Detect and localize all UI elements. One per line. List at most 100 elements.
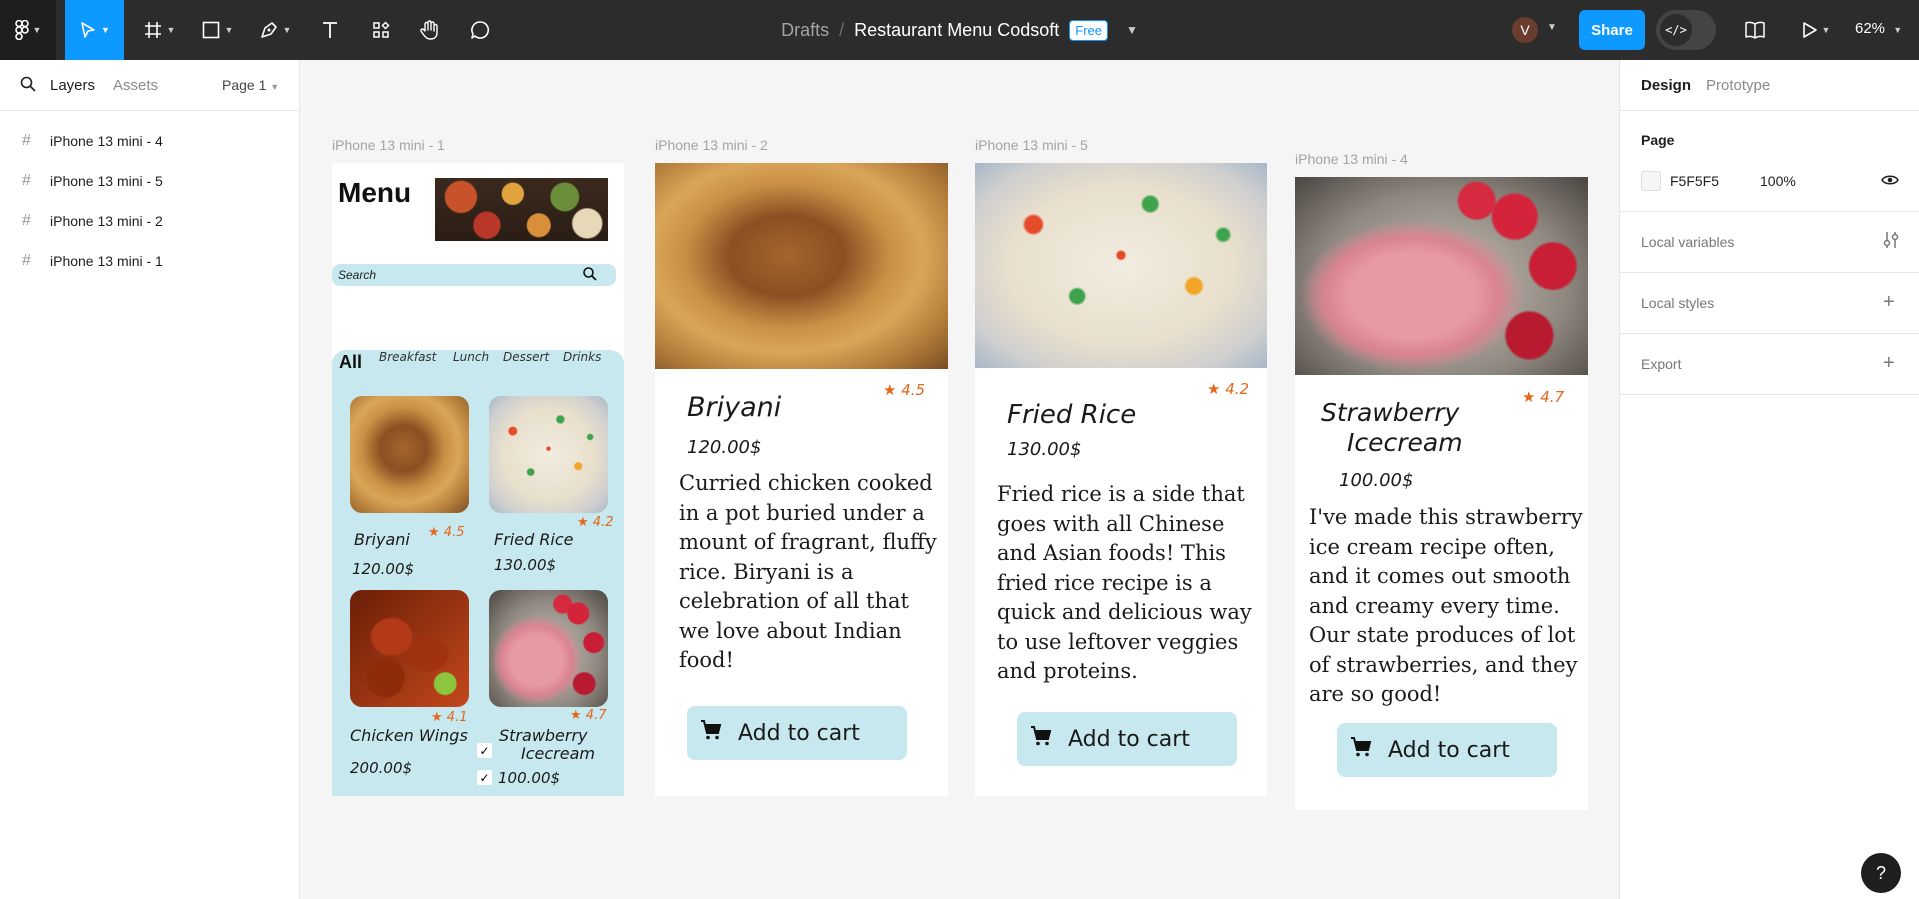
dish-description: I've made this strawberry ice cream reci…: [1309, 505, 1583, 706]
tab-design[interactable]: Design: [1641, 77, 1691, 94]
item-price: 130.00$: [494, 556, 557, 574]
menu-title: Menu: [338, 177, 412, 208]
frame-icon: #: [22, 252, 31, 269]
search-input[interactable]: Search: [332, 264, 616, 286]
zoom-level[interactable]: 62% ▼: [1855, 20, 1902, 37]
right-panel: Design Prototype Page F5F5F5 100% Local …: [1619, 60, 1919, 899]
chevron-down-icon[interactable]: ▼: [1547, 22, 1557, 33]
frame-icecream-detail[interactable]: ★ 4.7 Strawberry Icecream 100.00$ I've m…: [1295, 177, 1588, 810]
chevron-down-icon[interactable]: ▼: [1126, 23, 1138, 37]
tab-drinks[interactable]: Drinks: [563, 350, 601, 364]
shape-tool-icon[interactable]: ▼: [194, 0, 240, 60]
tab-prototype[interactable]: Prototype: [1706, 77, 1770, 94]
icecream-thumbnail[interactable]: [489, 590, 608, 707]
tab-layers[interactable]: Layers: [50, 77, 95, 94]
button-label: Add to cart: [1388, 737, 1510, 763]
page-selector[interactable]: Page 1 ▼: [222, 77, 279, 93]
frame-icon: #: [22, 132, 31, 149]
frame-label[interactable]: iPhone 13 mini - 4: [1295, 151, 1408, 167]
tab-breakfast[interactable]: Breakfast: [379, 350, 436, 364]
item-name: Icecream: [521, 744, 595, 763]
plus-icon[interactable]: +: [1883, 291, 1895, 314]
left-panel-header: Layers Assets Page 1 ▼: [0, 60, 299, 111]
help-button[interactable]: ?: [1861, 853, 1901, 893]
rating: ★ 4.2: [1207, 380, 1250, 398]
comment-icon[interactable]: [462, 0, 498, 60]
chevron-down-icon[interactable]: ✓: [477, 770, 492, 785]
biryani-thumbnail[interactable]: [350, 396, 469, 513]
dev-mode-toggle[interactable]: </>: [1656, 10, 1716, 50]
top-toolbar: ▼ ▼ ▼ ▼ ▼ Drafts / Restaurant Menu Codso…: [0, 0, 1919, 60]
add-to-cart-button[interactable]: Add to cart: [1017, 712, 1237, 766]
dish-price: 130.00$: [1007, 439, 1082, 460]
local-variables-section[interactable]: Local variables: [1620, 212, 1919, 273]
left-panel: Layers Assets Page 1 ▼ # iPhone 13 mini -…: [0, 60, 300, 899]
dish-name: Briyani: [687, 392, 782, 423]
search-icon[interactable]: [20, 76, 36, 97]
layer-item[interactable]: # iPhone 13 mini - 1: [0, 241, 299, 281]
layer-list: # iPhone 13 mini - 4 # iPhone 13 mini - 5 …: [0, 111, 299, 281]
chicken-wings-thumbnail[interactable]: [350, 590, 469, 707]
dish-name: Icecream: [1347, 428, 1463, 457]
eye-icon[interactable]: [1881, 173, 1899, 192]
move-tool-icon[interactable]: ▼: [65, 0, 124, 60]
layer-item[interactable]: # iPhone 13 mini - 4: [0, 121, 299, 161]
frame-biryani-detail[interactable]: ★ 4.5 Briyani 120.00$ Curried chicken co…: [655, 163, 948, 796]
plan-badge[interactable]: Free: [1069, 19, 1108, 41]
frame-fried-rice-detail[interactable]: ★ 4.2 Fried Rice 130.00$ Fried rice is a…: [975, 163, 1267, 796]
resources-icon[interactable]: [363, 0, 399, 60]
item-name: Chicken Wings: [350, 726, 468, 745]
color-hex-field[interactable]: F5F5F5: [1670, 173, 1719, 189]
color-swatch[interactable]: [1641, 171, 1661, 191]
present-icon[interactable]: ▼: [1796, 0, 1836, 60]
tab-lunch[interactable]: Lunch: [453, 350, 489, 364]
plus-icon[interactable]: +: [1883, 352, 1895, 375]
add-to-cart-button[interactable]: Add to cart: [1337, 723, 1557, 777]
fried-rice-image: [975, 163, 1267, 368]
dish-price: 120.00$: [687, 437, 762, 458]
item-price: 100.00$: [498, 769, 561, 787]
share-button[interactable]: Share: [1579, 10, 1645, 50]
add-to-cart-button[interactable]: Add to cart: [687, 706, 907, 760]
item-price: 200.00$: [350, 759, 413, 777]
dish-price: 100.00$: [1339, 470, 1414, 491]
section-title: Local variables: [1641, 234, 1735, 250]
tab-all[interactable]: All: [339, 352, 362, 373]
frame-menu[interactable]: Menu Search All Breakfast Lunch Dessert …: [332, 163, 624, 796]
rating: ★ 4.5: [883, 381, 926, 399]
biryani-image: [655, 163, 948, 369]
dev-mode-icon: </>: [1660, 14, 1692, 46]
layer-item[interactable]: # iPhone 13 mini - 2: [0, 201, 299, 241]
frame-label[interactable]: iPhone 13 mini - 5: [975, 137, 1088, 153]
fried-rice-thumbnail[interactable]: [489, 396, 608, 513]
opacity-field[interactable]: 100%: [1760, 173, 1796, 189]
tab-assets[interactable]: Assets: [113, 77, 158, 94]
item-name: Fried Rice: [494, 530, 574, 549]
frame-tool-icon[interactable]: ▼: [136, 0, 182, 60]
hand-tool-icon[interactable]: [412, 0, 448, 60]
rating: ★ 4.2: [577, 515, 614, 530]
layer-label: iPhone 13 mini - 2: [50, 213, 163, 229]
text-tool-icon[interactable]: [312, 0, 348, 60]
layer-item[interactable]: # iPhone 13 mini - 5: [0, 161, 299, 201]
export-section[interactable]: Export +: [1620, 334, 1919, 395]
file-name[interactable]: Restaurant Menu Codsoft: [854, 20, 1059, 41]
figma-menu-icon[interactable]: ▼: [0, 0, 56, 60]
avatar[interactable]: V: [1512, 17, 1538, 43]
frame-label[interactable]: iPhone 13 mini - 2: [655, 137, 768, 153]
dish-description: Curried chicken cooked in a pot buried u…: [679, 471, 937, 672]
section-title: Page: [1641, 132, 1675, 148]
library-icon[interactable]: [1740, 0, 1770, 60]
variables-icon[interactable]: [1883, 230, 1899, 256]
pen-tool-icon[interactable]: ▼: [252, 0, 298, 60]
drafts-link[interactable]: Drafts: [781, 20, 829, 41]
cart-icon: [700, 719, 722, 747]
local-styles-section[interactable]: Local styles +: [1620, 273, 1919, 334]
layer-label: iPhone 13 mini - 4: [50, 133, 163, 149]
frame-label[interactable]: iPhone 13 mini - 1: [332, 137, 445, 153]
search-icon[interactable]: [582, 266, 598, 287]
dish-name: Strawberry: [1321, 398, 1460, 427]
tab-dessert[interactable]: Dessert: [503, 350, 549, 364]
rating: ★ 4.1: [431, 710, 468, 725]
chevron-down-icon[interactable]: ✓: [477, 743, 492, 758]
